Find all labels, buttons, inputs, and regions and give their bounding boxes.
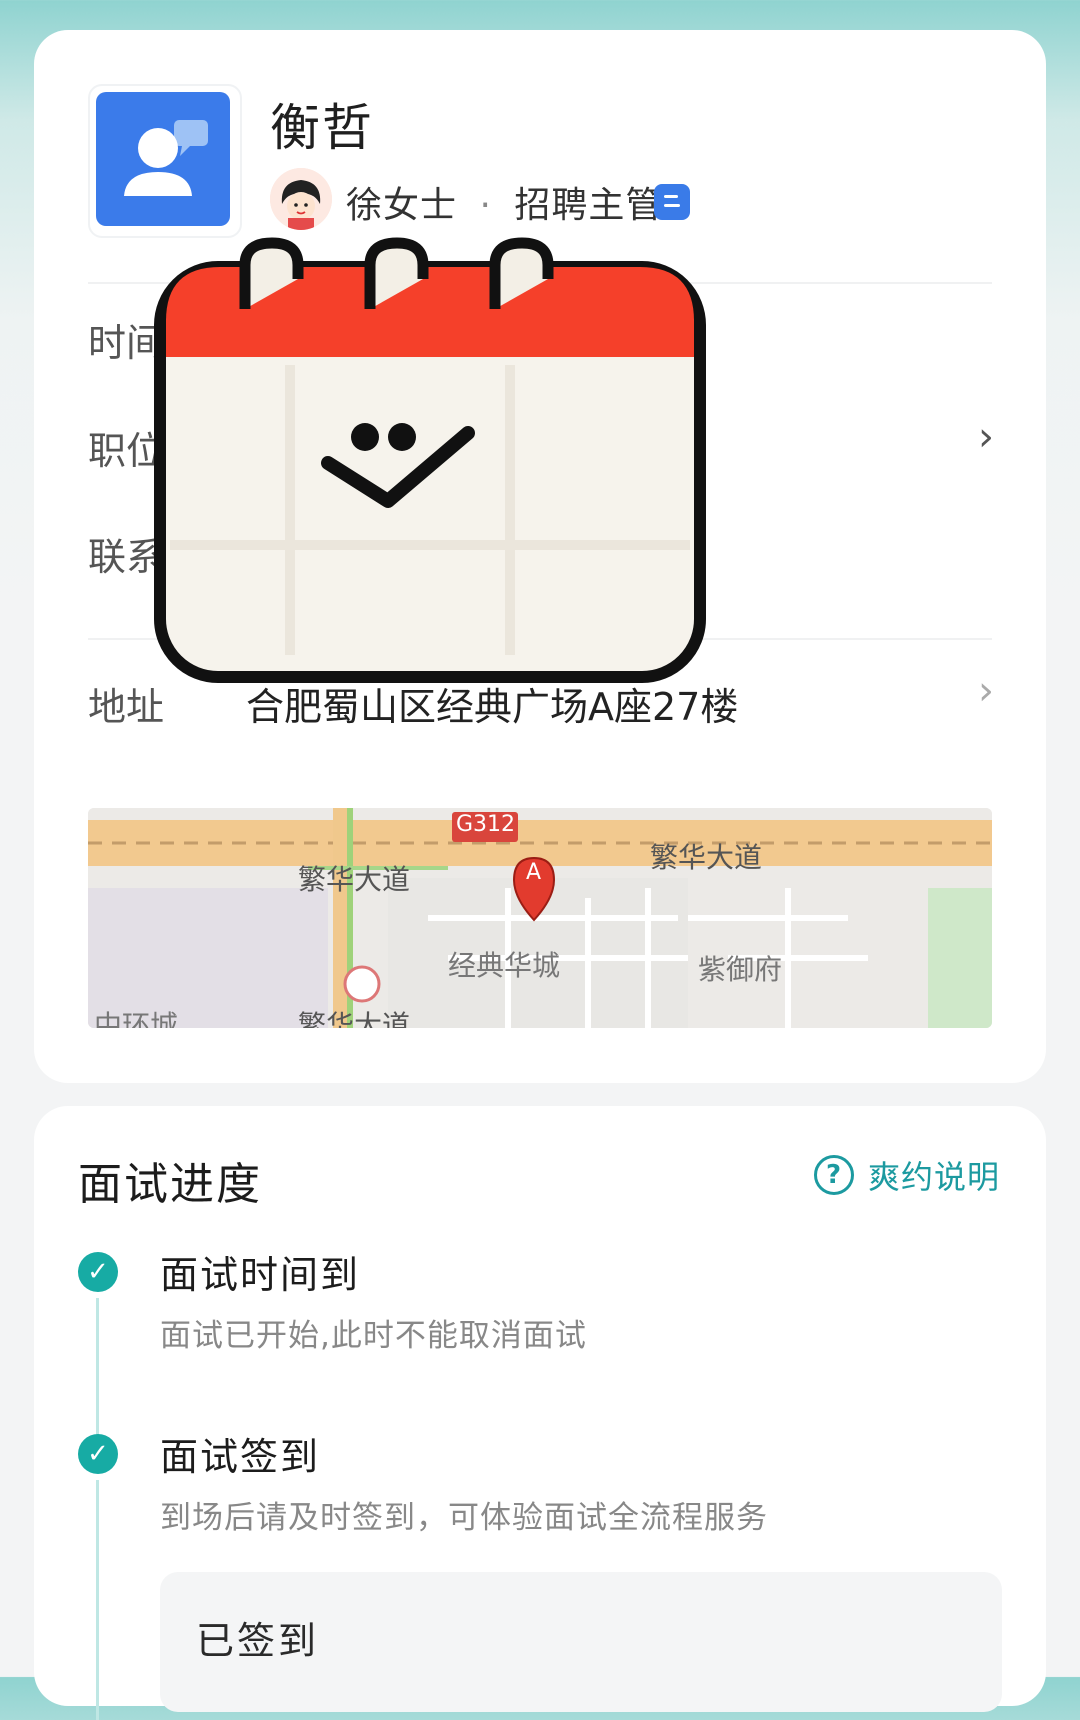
map-marker-letter: A [526,860,542,885]
road-label: 繁华大道 [298,1009,411,1028]
chevron-right-icon[interactable]: › [978,414,994,460]
company-name: 衡哲 [270,99,374,157]
hr-separator: · [479,185,492,226]
question-icon: ? [813,1155,854,1195]
chevron-right-icon[interactable]: › [978,668,994,714]
hr-avatar[interactable] [270,168,332,230]
road-badge: G312 [456,812,516,837]
hr-name: 徐女士 [346,185,458,226]
road-label: 繁华大道 [298,863,411,896]
calendar-sticker-icon [150,225,710,685]
no-show-help-link[interactable]: ? 爽约说明 [813,1152,1000,1198]
hr-info: 徐女士 · 招聘主管 [346,176,662,228]
hr-title: 招聘主管 [514,185,663,226]
road-label: 繁华大道 [650,841,763,874]
place-label: 中环城 [94,1009,179,1028]
step-desc: 到场后请及时签到，可体验面试全流程服务 [160,1500,768,1536]
place-label: 经典华城 [448,949,561,982]
step-desc: 面试已开始,此时不能取消面试 [160,1318,587,1354]
signed-in-status: 已签到 [160,1572,1002,1712]
chat-badge-icon[interactable] [654,184,690,220]
step-title: 面试签到 [160,1435,321,1479]
address-map[interactable]: G312 A 繁华大道 繁华大道 繁华大道 经典华城 紫御府 中环城 [88,808,992,1028]
company-logo-icon [96,92,230,226]
timeline-line [96,1480,99,1720]
check-icon: ✓ [78,1252,118,1292]
progress-title: 面试进度 [78,1159,262,1210]
check-icon: ✓ [78,1434,118,1474]
timeline-line [96,1298,99,1448]
interview-progress-card: 面试进度 ? 爽约说明 ✓ 面试时间到 面试已开始,此时不能取消面试 ✓ 面试签… [34,1106,1046,1720]
place-label: 紫御府 [698,953,783,986]
signed-label: 已签到 [196,1619,320,1663]
help-label: 爽约说明 [867,1158,1000,1196]
step-title: 面试时间到 [160,1253,361,1297]
